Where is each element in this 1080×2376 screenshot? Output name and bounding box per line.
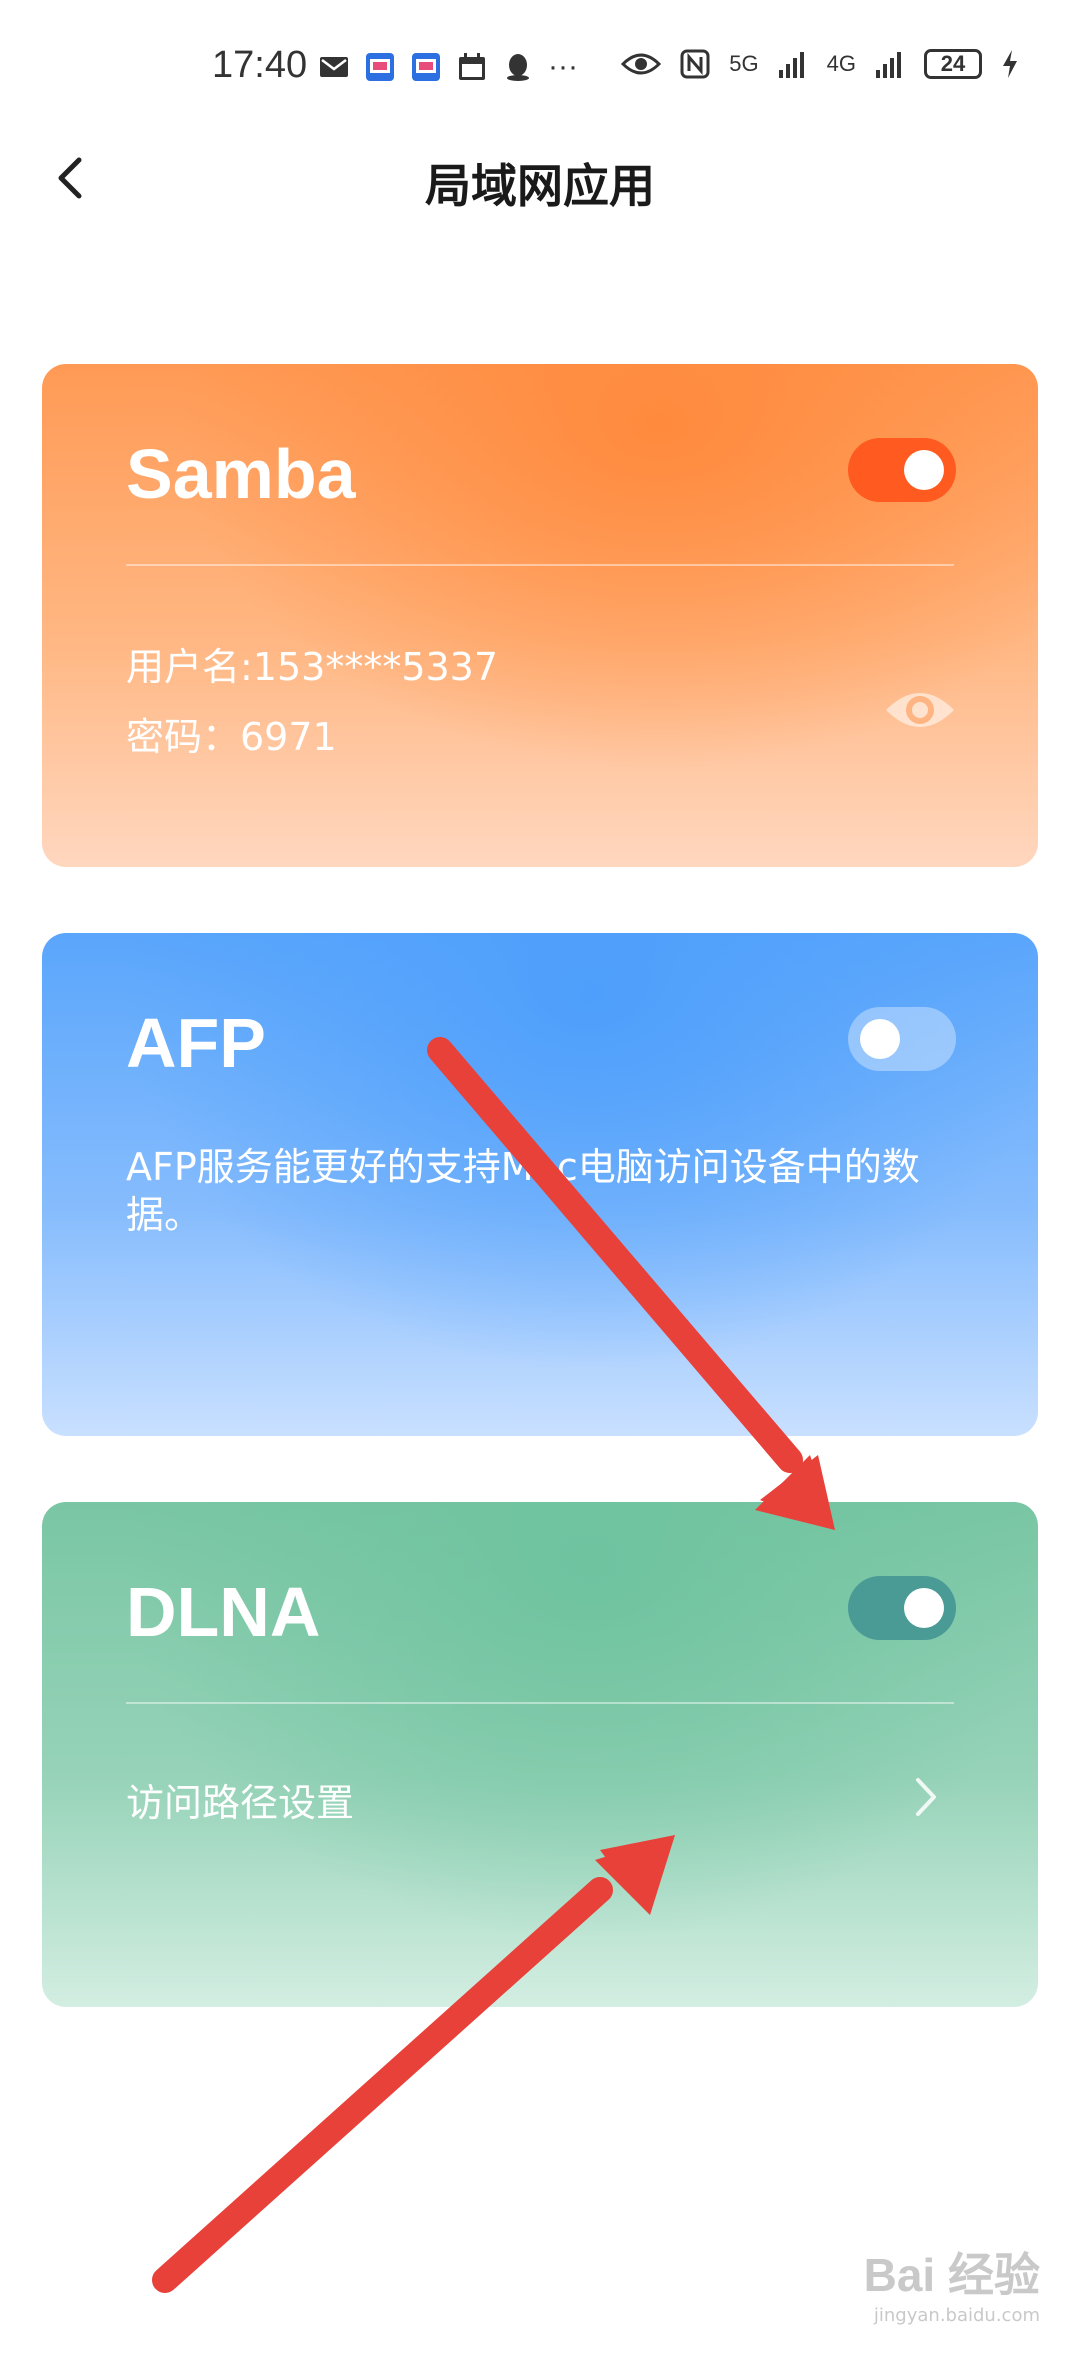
dlna-card: DLNA 访问路径设置 xyxy=(42,1502,1038,2007)
toggle-knob xyxy=(904,1588,944,1628)
battery-level: 24 xyxy=(940,51,966,76)
dlna-path-setting-label: 访问路径设置 xyxy=(126,1781,355,1825)
mail-icon xyxy=(320,57,348,77)
status-bar: 17:40 ··· 5G 4G 24 xyxy=(0,0,1080,132)
dlna-path-setting-row[interactable]: 访问路径设置 xyxy=(42,1712,1038,1852)
calendar-icon xyxy=(459,53,485,80)
show-password-eye-icon[interactable] xyxy=(882,684,958,736)
afp-title: AFP xyxy=(126,1004,266,1082)
afp-toggle[interactable] xyxy=(848,1007,956,1071)
nfc-icon xyxy=(680,49,710,79)
samba-card: Samba 用户名:153****5337 密码：6971 xyxy=(42,364,1038,867)
watermark: Bai 经验 jingyan.baidu.com xyxy=(864,2239,1040,2326)
signal-icon xyxy=(778,52,804,78)
afp-card: AFP AFP服务能更好的支持Mac电脑访问设备中的数据。 xyxy=(42,933,1038,1436)
page-title: 局域网应用 xyxy=(425,159,655,213)
watermark-sub: jingyan.baidu.com xyxy=(873,2305,1040,2326)
battery-indicator: 24 xyxy=(924,49,982,79)
dlna-divider xyxy=(126,1702,954,1704)
app-icon xyxy=(366,53,394,81)
status-right-icons: 5G 4G 24 xyxy=(621,48,1020,80)
chevron-right-icon xyxy=(916,1778,936,1816)
network-5g: 5G xyxy=(729,51,759,76)
afp-description: AFP服务能更好的支持Mac电脑访问设备中的数据。 xyxy=(126,1145,920,1237)
eye-icon xyxy=(621,53,662,75)
qq-icon xyxy=(507,54,529,81)
status-more: ··· xyxy=(548,50,578,83)
dlna-toggle[interactable] xyxy=(848,1576,956,1640)
toggle-knob xyxy=(860,1019,900,1059)
status-time: 17:40 xyxy=(212,44,308,86)
samba-password: 密码：6971 xyxy=(126,715,337,759)
status-left-icons: ··· xyxy=(318,50,578,84)
samba-divider xyxy=(126,564,954,566)
network-4g: 4G xyxy=(826,51,856,76)
dlna-title: DLNA xyxy=(126,1573,321,1651)
watermark-main: Bai 经验 xyxy=(863,2249,1040,2301)
charging-icon xyxy=(1003,50,1017,78)
app-icon xyxy=(412,53,440,81)
samba-toggle[interactable] xyxy=(848,438,956,502)
toggle-knob xyxy=(904,450,944,490)
samba-username: 用户名:153****5337 xyxy=(126,645,499,689)
samba-title: Samba xyxy=(126,435,356,513)
signal-icon xyxy=(876,52,901,78)
